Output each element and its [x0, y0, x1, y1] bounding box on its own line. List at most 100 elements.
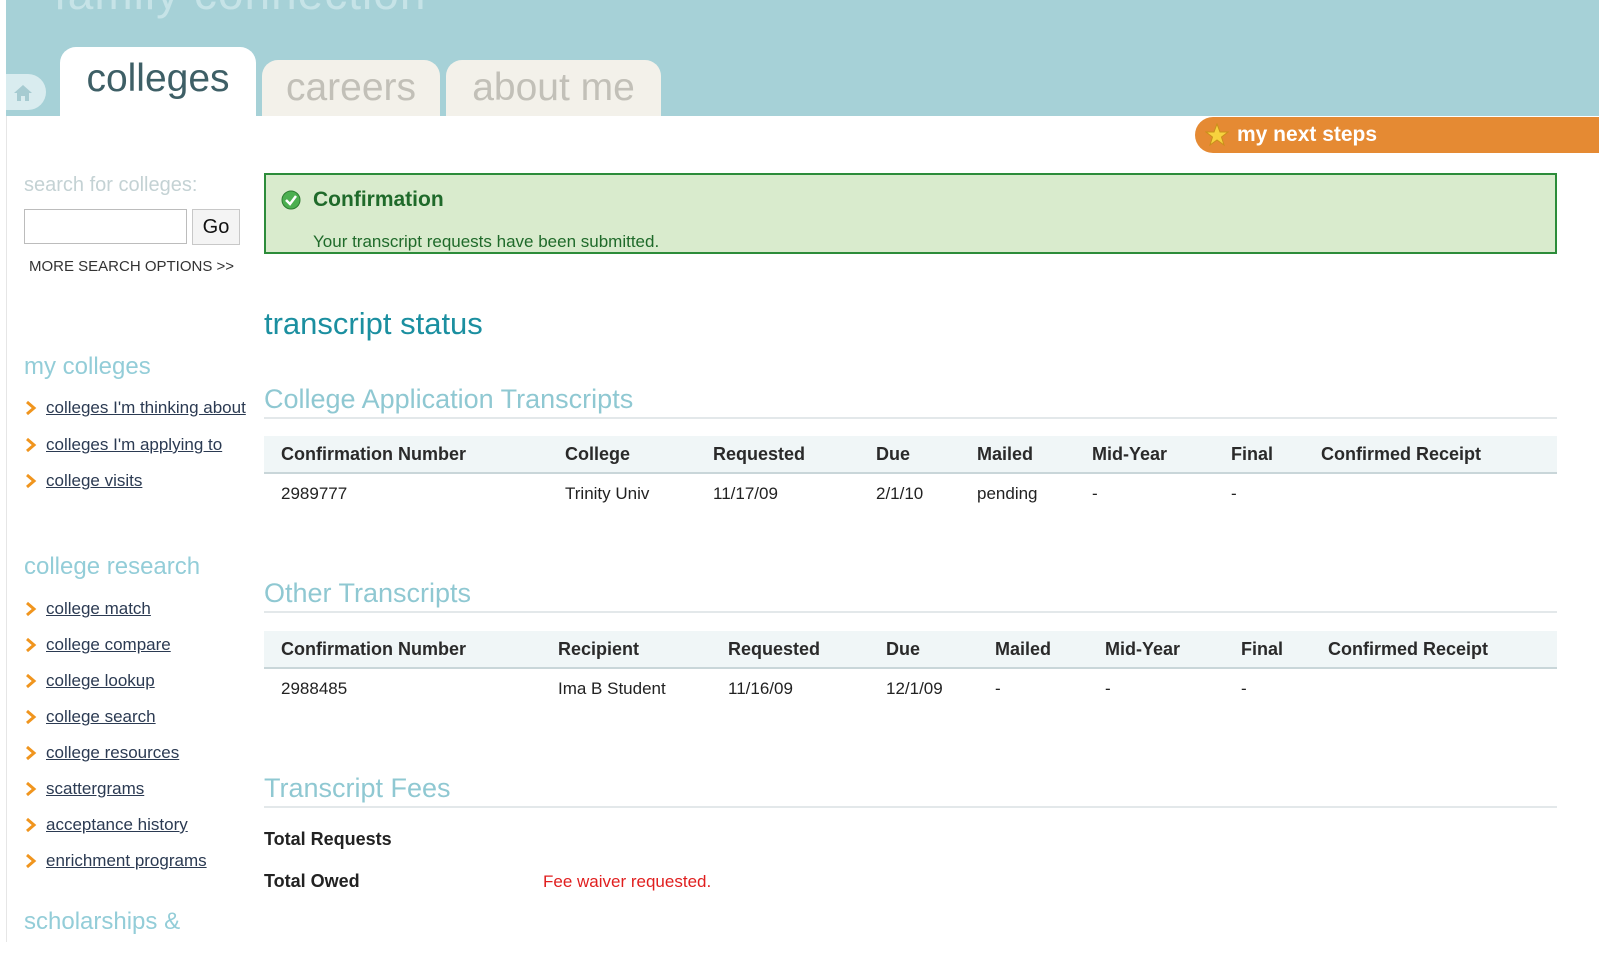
- nav-item-college-search[interactable]: college search: [24, 704, 249, 729]
- nav-item-enrichment-programs[interactable]: enrichment programs: [24, 848, 249, 873]
- nav-item-college-lookup[interactable]: college lookup: [24, 668, 249, 693]
- column-header: Due: [886, 638, 921, 659]
- table-header-row: Confirmation Number Recipient Requested …: [264, 631, 1557, 669]
- column-header: Mailed: [995, 638, 1052, 659]
- star-icon: [1205, 123, 1229, 147]
- page-title: transcript status: [264, 306, 483, 341]
- table-cell: -: [1241, 679, 1247, 698]
- table-cell: 11/17/09: [713, 484, 778, 503]
- nav-link[interactable]: college resources: [46, 743, 179, 762]
- table-row: 2989777 Trinity Univ 11/17/09 2/1/10 pen…: [264, 474, 1557, 514]
- column-header: Recipient: [558, 638, 640, 659]
- college-search-input[interactable]: [24, 209, 187, 244]
- college-transcripts-table: Confirmation Number College Requested Du…: [264, 436, 1557, 514]
- chevron-right-icon: [26, 709, 37, 725]
- chevron-right-icon: [26, 437, 37, 453]
- column-header: College: [565, 443, 631, 464]
- other-transcripts-table: Confirmation Number Recipient Requested …: [264, 631, 1557, 709]
- nav-heading-my-colleges: my colleges: [24, 353, 151, 380]
- column-header: Confirmed Receipt: [1321, 443, 1482, 464]
- section-title-other-transcripts: Other Transcripts: [264, 578, 1557, 613]
- confirmation-banner: Confirmation Your transcript requests ha…: [264, 173, 1557, 254]
- total-owed-value: Fee waiver requested.: [543, 872, 712, 891]
- my-colleges-list: colleges I'm thinking about colleges I'm…: [24, 395, 249, 493]
- table-cell: -: [1231, 484, 1237, 503]
- chevron-right-icon: [26, 637, 37, 653]
- section-title-transcript-fees: Transcript Fees: [264, 773, 1557, 808]
- more-search-options-link[interactable]: MORE SEARCH OPTIONS >>: [29, 258, 234, 275]
- column-header: Requested: [713, 443, 806, 464]
- chevron-right-icon: [26, 473, 37, 489]
- college-research-list: college match college compare college lo…: [24, 596, 249, 873]
- table-cell: -: [995, 679, 1001, 698]
- tab-about-me[interactable]: about me: [446, 60, 661, 116]
- chevron-right-icon: [26, 601, 37, 617]
- site-header: family connection colleges careers about…: [0, 0, 1599, 116]
- nav-heading-college-research: college research: [24, 553, 201, 580]
- chevron-right-icon: [26, 853, 37, 869]
- nav-link[interactable]: college match: [46, 599, 151, 618]
- chevron-right-icon: [26, 745, 37, 761]
- chevron-right-icon: [26, 781, 37, 797]
- table-cell: 2/1/10: [876, 484, 924, 503]
- my-next-steps-label: my next steps: [1237, 123, 1378, 146]
- nav-heading-scholarships: scholarships &: [24, 908, 181, 935]
- nav-item-scattergrams[interactable]: scattergrams: [24, 776, 249, 801]
- table-cell: 2989777: [281, 484, 348, 503]
- table-cell: pending: [977, 484, 1038, 503]
- nav-link[interactable]: college compare: [46, 635, 171, 654]
- column-header: Mailed: [977, 443, 1034, 464]
- check-circle-icon: [281, 190, 301, 210]
- column-header: Mid-Year: [1105, 638, 1181, 659]
- nav-link[interactable]: colleges I'm thinking about: [46, 398, 246, 417]
- chevron-right-icon: [26, 817, 37, 833]
- total-requests-label: Total Requests: [264, 829, 392, 849]
- table-cell: -: [1092, 484, 1098, 503]
- tab-colleges[interactable]: colleges: [60, 47, 256, 116]
- table-cell: 2988485: [281, 679, 348, 698]
- table-cell: -: [1105, 679, 1111, 698]
- nav-link[interactable]: scattergrams: [46, 779, 144, 798]
- left-sidebar: search for colleges: Go MORE SEARCH OPTI…: [6, 116, 250, 942]
- column-header: Mid-Year: [1092, 443, 1168, 464]
- nav-item-college-visits[interactable]: college visits: [24, 468, 249, 493]
- nav-link[interactable]: acceptance history: [46, 815, 188, 834]
- confirmation-message: Your transcript requests have been submi…: [313, 232, 660, 251]
- table-cell: Trinity Univ: [565, 484, 650, 503]
- brand-logo-fragment: family connection: [54, 0, 426, 20]
- table-cell: 12/1/09: [886, 679, 943, 698]
- table-header-row: Confirmation Number College Requested Du…: [264, 436, 1557, 474]
- table-cell: Ima B Student: [558, 679, 666, 698]
- nav-link[interactable]: college visits: [46, 471, 142, 490]
- home-tab[interactable]: [6, 74, 46, 110]
- tab-careers[interactable]: careers: [262, 60, 440, 116]
- column-header: Confirmation Number: [281, 638, 467, 659]
- nav-item-colleges-applying-to[interactable]: colleges I'm applying to: [24, 432, 249, 457]
- total-owed-label: Total Owed: [264, 871, 360, 891]
- nav-item-college-resources[interactable]: college resources: [24, 740, 249, 765]
- table-cell: 11/16/09: [728, 679, 793, 698]
- column-header: Confirmed Receipt: [1328, 638, 1489, 659]
- column-header: Confirmation Number: [281, 443, 467, 464]
- column-header: Due: [876, 443, 911, 464]
- nav-link[interactable]: enrichment programs: [46, 851, 207, 870]
- chevron-right-icon: [26, 673, 37, 689]
- chevron-right-icon: [26, 400, 37, 416]
- go-button[interactable]: Go: [192, 209, 240, 245]
- column-header: Final: [1241, 638, 1284, 659]
- nav-link[interactable]: colleges I'm applying to: [46, 435, 222, 454]
- search-label: search for colleges:: [24, 174, 198, 196]
- nav-item-college-match[interactable]: college match: [24, 596, 249, 621]
- confirmation-title: Confirmation: [313, 188, 444, 211]
- table-row: 2988485 Ima B Student 11/16/09 12/1/09 -…: [264, 669, 1557, 709]
- section-title-college-transcripts: College Application Transcripts: [264, 384, 1557, 419]
- home-icon: [14, 85, 32, 101]
- my-next-steps-button[interactable]: my next steps: [1195, 117, 1599, 153]
- nav-item-acceptance-history[interactable]: acceptance history: [24, 812, 249, 837]
- nav-item-college-compare[interactable]: college compare: [24, 632, 249, 657]
- nav-link[interactable]: college lookup: [46, 671, 155, 690]
- nav-link[interactable]: college search: [46, 707, 156, 726]
- column-header: Requested: [728, 638, 821, 659]
- nav-item-colleges-thinking-about[interactable]: colleges I'm thinking about: [24, 395, 249, 420]
- column-header: Final: [1231, 443, 1274, 464]
